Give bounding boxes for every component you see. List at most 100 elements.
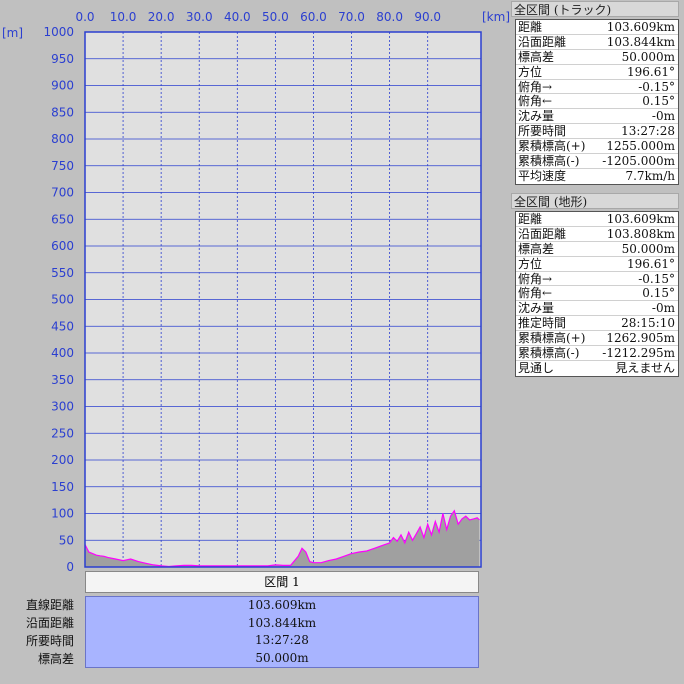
segment-label: 標高差 <box>37 652 74 666</box>
y-tick-label: 650 <box>51 212 74 226</box>
summary-row-value: 1255.000m <box>606 139 675 154</box>
summary-row: 累積標高(+) 1262.905m <box>516 331 678 347</box>
summary-row: 累積標高(+) 1255.000m <box>516 139 678 155</box>
segment-value: 13:27:28 <box>255 633 309 647</box>
x-tick-label: 50.0 <box>262 10 289 24</box>
summary-row-label: 累積標高(-) <box>518 346 580 361</box>
summary-row-label: 距離 <box>518 212 543 226</box>
summary-row: 俯角→ -0.15° <box>516 80 678 95</box>
summary-row-label: 所要時間 <box>518 124 567 139</box>
summary-row-value: -0m <box>651 301 675 316</box>
y-tick-label: 0 <box>66 560 74 572</box>
summary-row: 距離 103.609km <box>516 20 678 35</box>
segment-value: 50.000m <box>255 650 309 665</box>
y-tick-label: 400 <box>51 346 74 360</box>
summary-row: 標高差 50.000m <box>516 242 678 257</box>
y-tick-label: 850 <box>51 105 74 119</box>
summary-row-label: 累積標高(-) <box>518 154 580 169</box>
track-summary-panel: 全区間 (トラック) 距離 103.609km 沿面距離 103.844km 標高差 50… <box>511 1 679 185</box>
summary-row-label: 標高差 <box>518 241 555 256</box>
segment-value: 103.844km <box>247 615 317 630</box>
summary-row: 累積標高(-) -1212.295m <box>516 346 678 361</box>
summary-row: 方位 196.61° <box>516 257 678 272</box>
x-tick-label: 60.0 <box>300 10 327 24</box>
summary-row-value: 50.000m <box>621 49 675 64</box>
summary-row-label: 沿面距離 <box>518 226 567 241</box>
y-tick-label: 300 <box>51 400 74 414</box>
terrain-summary-panel: 全区間 (地形) 距離 103.609km 沿面距離 103.808km 標高差 50.0… <box>511 193 679 377</box>
summary-row-label: 俯角→ <box>518 271 553 286</box>
summary-row: 累積標高(-) -1205.000m <box>516 154 678 169</box>
summary-row-label: 累積標高(+) <box>518 331 586 346</box>
summary-row-value: 7.7km/h <box>625 168 675 183</box>
y-tick-label: 150 <box>51 480 74 494</box>
x-tick-label: 30.0 <box>186 10 213 24</box>
y-tick-label: 250 <box>51 426 74 440</box>
x-tick-label: 80.0 <box>376 10 403 24</box>
summary-row-value: 1262.905m <box>606 331 675 346</box>
summary-row: 推定時間 28:15:10 <box>516 316 678 332</box>
summary-row-value: 196.61° <box>627 256 675 271</box>
summary-row-value: 196.61° <box>627 64 675 79</box>
summary-row-value: -1205.000m <box>602 154 675 169</box>
y-tick-label: 1000 <box>43 25 74 39</box>
summary-row-label: 俯角← <box>518 286 553 301</box>
segment-value: 103.609km <box>247 598 317 612</box>
summary-row-value: 0.15° <box>642 94 675 109</box>
summary-row: 俯角← 0.15° <box>516 94 678 110</box>
x-tick-labels: 0.0 10.0 20.0 30.0 40.0 50.0 60.0 70.0 80.0 90.0 <box>75 10 441 24</box>
segment-button[interactable]: 区間 1 <box>85 571 479 593</box>
summary-row-label: 沈み量 <box>518 109 555 124</box>
summary-row-value: 103.609km <box>606 212 675 226</box>
summary-row-label: 方位 <box>518 64 543 79</box>
x-tick-label: 0.0 <box>75 10 94 24</box>
y-tick-label: 500 <box>51 293 74 307</box>
summary-row-value: 103.609km <box>606 20 675 34</box>
summary-row-label: 俯角→ <box>518 79 553 94</box>
elevation-profile-chart: 0.0 10.0 20.0 30.0 40.0 50.0 60.0 70.0 80.0 90.0 … <box>2 10 510 572</box>
summary-row-value: 28:15:10 <box>621 316 675 331</box>
summary-row-label: 標高差 <box>518 49 555 64</box>
summary-row: 方位 196.61° <box>516 65 678 80</box>
grid <box>84 31 481 568</box>
x-tick-label: 40.0 <box>224 10 251 24</box>
summary-row-value: -0.15° <box>638 79 675 94</box>
summary-row-value: 見えません <box>615 360 675 375</box>
summary-row-label: 累積標高(+) <box>518 139 586 154</box>
segment-label: 沿面距離 <box>25 616 74 630</box>
segment-label: 所要時間 <box>25 634 74 648</box>
summary-row: 俯角← 0.15° <box>516 286 678 302</box>
summary-row-value: 103.844km <box>606 34 675 49</box>
summary-row: 距離 103.609km <box>516 212 678 227</box>
terrain-summary-table: 距離 103.609km 沿面距離 103.808km 標高差 50.000m 方位 196.… <box>515 211 679 377</box>
summary-row-value: 13:27:28 <box>621 124 675 139</box>
summary-row-label: 方位 <box>518 256 543 271</box>
y-tick-label: 600 <box>51 239 74 253</box>
summary-row: 所要時間 13:27:28 <box>516 124 678 140</box>
summary-row-value: 103.808km <box>606 226 675 241</box>
summary-row: 沿面距離 103.844km <box>516 35 678 50</box>
x-tick-label: 10.0 <box>110 10 137 24</box>
y-tick-label: 100 <box>51 507 74 521</box>
x-tick-label: 70.0 <box>338 10 365 24</box>
y-tick-labels: 1000950900850800750700650600550500450400… <box>43 25 74 572</box>
summary-row-label: 見通し <box>518 360 555 375</box>
summary-row-label: 距離 <box>518 20 543 34</box>
summary-row-value: 0.15° <box>642 286 675 301</box>
y-unit-label: [m] <box>2 26 23 40</box>
segment-label: 直線距離 <box>25 598 74 612</box>
terrain-summary-title: 全区間 (地形) <box>511 193 679 209</box>
summary-row: 標高差 50.000m <box>516 50 678 65</box>
summary-row-label: 推定時間 <box>518 316 567 331</box>
y-tick-label: 700 <box>51 186 74 200</box>
y-tick-label: 50 <box>59 533 74 547</box>
summary-row-label: 沈み量 <box>518 301 555 316</box>
y-tick-label: 350 <box>51 373 74 387</box>
track-summary-title: 全区間 (トラック) <box>511 1 679 17</box>
summary-row: 見通し 見えません <box>516 361 678 376</box>
summary-row-label: 俯角← <box>518 94 553 109</box>
y-tick-label: 450 <box>51 319 74 333</box>
summary-row-value: -1212.295m <box>602 346 675 361</box>
track-summary-table: 距離 103.609km 沿面距離 103.844km 標高差 50.000m 方位 196.… <box>515 19 679 185</box>
y-tick-label: 800 <box>51 132 74 146</box>
